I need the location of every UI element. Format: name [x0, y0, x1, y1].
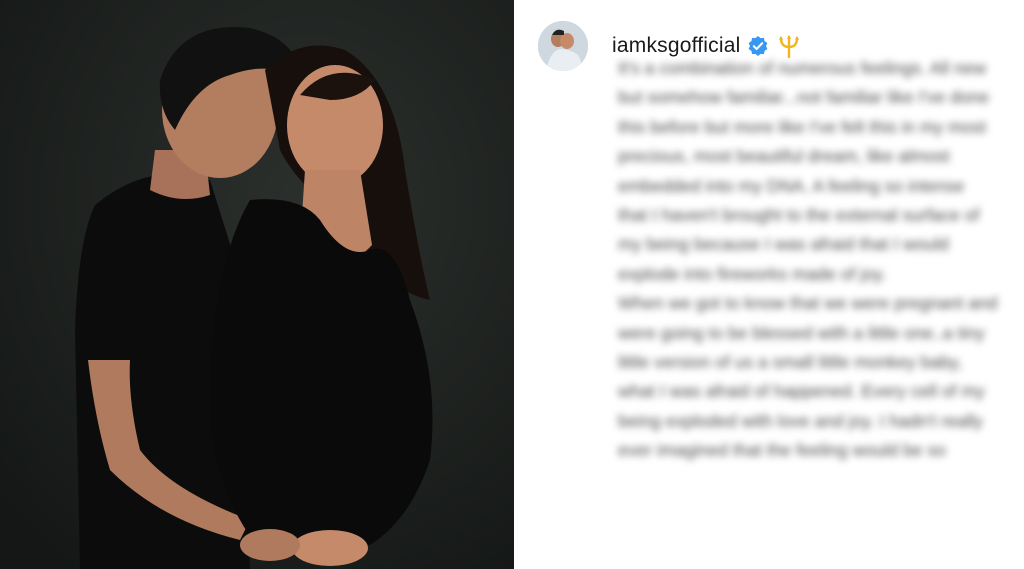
profile-avatar[interactable]	[538, 21, 588, 71]
caption-paragraph: When we got to know that we were pregnan…	[618, 293, 998, 461]
verified-badge-icon	[748, 36, 768, 56]
post-caption: It's a combination of numerous feelings.…	[618, 54, 998, 466]
caption-paragraph: It's a combination of numerous feelings.…	[618, 58, 990, 284]
caption-panel: iamksgofficial It's a combination of num…	[514, 0, 1024, 569]
post-photo	[0, 0, 514, 569]
